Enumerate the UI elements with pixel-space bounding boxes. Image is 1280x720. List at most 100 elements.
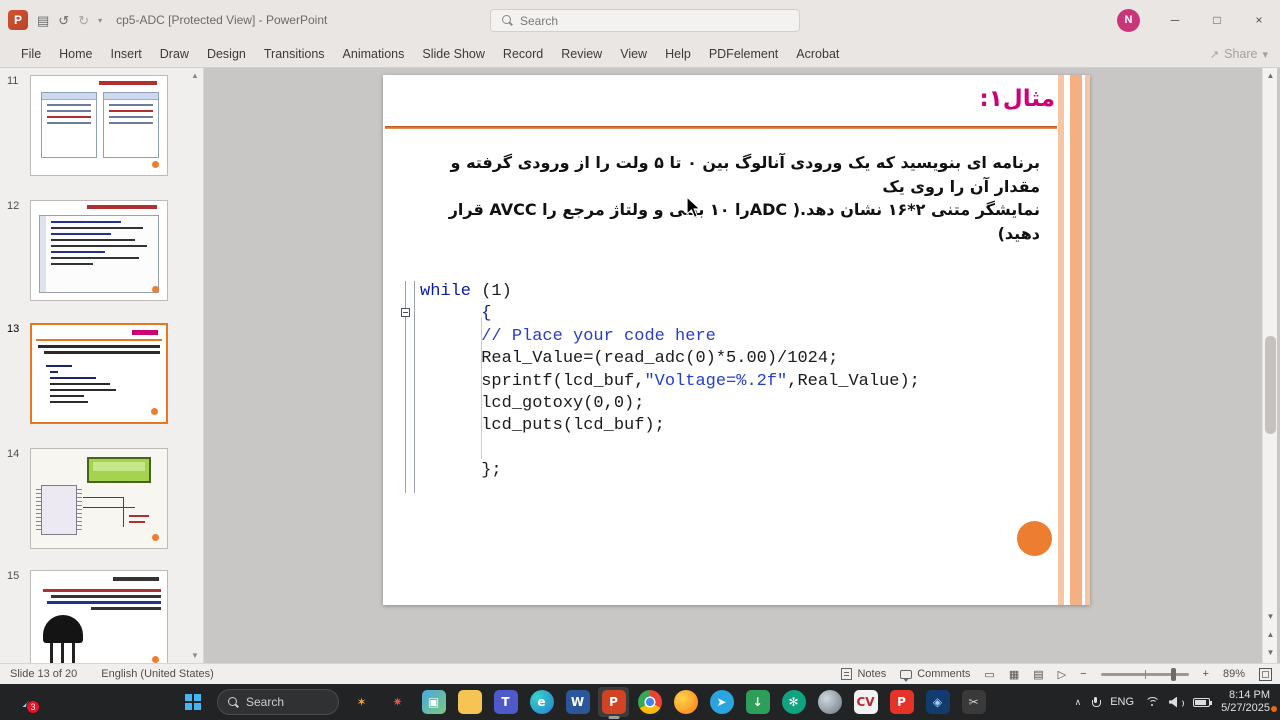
share-button[interactable]: ↗ Share ▾	[1210, 40, 1268, 68]
word-icon[interactable]: W	[562, 687, 593, 717]
thumb-graphic	[51, 263, 93, 265]
snipping-icon[interactable]: ✂	[958, 687, 989, 717]
autosave-icon[interactable]: ▤	[37, 14, 49, 27]
volume-icon[interactable]	[1169, 697, 1185, 708]
ribbon-tab-acrobat[interactable]: Acrobat	[787, 42, 848, 66]
pdfelement-icon[interactable]: P	[886, 687, 917, 717]
cvavr-icon[interactable]: CV	[850, 687, 881, 717]
thumb-graphic	[87, 205, 157, 209]
code-screenshot[interactable]: while (1) { // Place your code here Real…	[401, 281, 965, 496]
window-title: cp5-ADC [Protected View] - PowerPoint	[116, 13, 328, 27]
ribbon-tab-pdfelement[interactable]: PDFelement	[700, 42, 787, 66]
undo-icon[interactable]: ↺	[58, 14, 69, 27]
title-underline-rule	[385, 126, 1057, 129]
titlebar-controls: N ─ □ ×	[1117, 0, 1280, 40]
ribbon-tab-file[interactable]: File	[12, 42, 50, 66]
zoom-in-icon[interactable]: +	[1203, 668, 1209, 680]
firefox-icon[interactable]	[670, 687, 701, 717]
thumb-number-13: 13	[7, 323, 20, 335]
powerpoint-icon[interactable]: P	[598, 687, 629, 717]
zoom-out-icon[interactable]: −	[1080, 668, 1086, 680]
code-line: sprintf(lcd_buf,"Voltage=%.2f",Real_Valu…	[420, 371, 920, 391]
normal-view-icon[interactable]: ▭	[984, 668, 994, 681]
clock[interactable]: 8:14 PM 5/27/2025	[1221, 689, 1277, 715]
slide-stripe-decor	[1085, 75, 1090, 605]
ribbon-tab-draw[interactable]: Draw	[151, 42, 198, 66]
start-button[interactable]	[176, 687, 210, 717]
thumb-graphic	[109, 122, 153, 124]
slide-info[interactable]: Slide 13 of 20	[10, 668, 77, 680]
taskbar-search[interactable]: Search	[217, 689, 339, 715]
downloads-icon[interactable]: ↓	[742, 687, 773, 717]
thumb-accent-dot	[152, 534, 159, 541]
tray-expand-icon[interactable]: ∧	[1075, 697, 1082, 708]
vertical-scrollbar[interactable]: ▲ ▼ ▲ ▼	[1262, 68, 1277, 663]
code-fold-icon	[401, 308, 410, 317]
ribbon-tab-design[interactable]: Design	[198, 42, 255, 66]
fit-to-window-icon[interactable]	[1259, 667, 1272, 681]
sphere-icon[interactable]	[814, 687, 845, 717]
wifi-icon[interactable]	[1145, 696, 1161, 708]
ribbon-tab-record[interactable]: Record	[494, 42, 552, 66]
slide-thumbnail-11[interactable]	[30, 75, 168, 176]
telegram-icon[interactable]: ➤	[706, 687, 737, 717]
ribbon-tab-slide-show[interactable]: Slide Show	[413, 42, 494, 66]
microphone-icon[interactable]	[1092, 696, 1102, 708]
edge-icon[interactable]: e	[526, 687, 557, 717]
teams-icon[interactable]: T	[490, 687, 521, 717]
user-avatar[interactable]: N	[1117, 8, 1140, 32]
ribbon-tab-help[interactable]: Help	[656, 42, 700, 66]
ribbon-tab-animations[interactable]: Animations	[334, 42, 414, 66]
close-button[interactable]: ×	[1238, 0, 1280, 40]
comments-button[interactable]: Comments	[900, 668, 970, 682]
scroll-up-icon[interactable]: ▲	[1263, 71, 1278, 80]
thumb-scroll-down-icon[interactable]: ▼	[191, 651, 199, 660]
slide-thumbnail-13-selected[interactable]	[30, 323, 168, 424]
scroll-down-icon[interactable]: ▼	[1263, 612, 1278, 621]
chrome-icon[interactable]	[634, 687, 665, 717]
slide-body-text[interactable]: برنامه ای بنویسید که یک ورودی آنالوگ بین…	[418, 151, 1040, 245]
battery-icon[interactable]	[1193, 697, 1213, 707]
next-slide-icon[interactable]: ▼	[1263, 648, 1278, 657]
slide-title[interactable]: مثال۱:	[980, 86, 1055, 112]
thumb-scroll-up-icon[interactable]: ▲	[191, 71, 199, 80]
office-search-box[interactable]: Search	[490, 9, 800, 32]
fireworks-icon[interactable]: ✶	[346, 687, 377, 717]
ribbon-tab-insert[interactable]: Insert	[102, 42, 151, 66]
chatgpt-icon[interactable]: ✻	[778, 687, 809, 717]
thumb-graphic	[109, 116, 153, 118]
slide-sorter-view-icon[interactable]: ▦	[1009, 668, 1019, 681]
zoom-slider-thumb[interactable]	[1170, 667, 1176, 681]
notes-button[interactable]: Notes	[841, 668, 886, 680]
thumb-graphic	[51, 233, 111, 235]
ribbon-tab-review[interactable]: Review	[552, 42, 611, 66]
ribbon-tab-transitions[interactable]: Transitions	[255, 42, 334, 66]
qat-customize-icon[interactable]: ▾	[98, 16, 102, 25]
language-indicator[interactable]: English (United States)	[101, 668, 214, 680]
redo-icon[interactable]: ↻	[78, 14, 89, 27]
reading-view-icon[interactable]: ▤	[1033, 668, 1043, 681]
scrollbar-thumb[interactable]	[1265, 336, 1276, 434]
input-language[interactable]: ENG	[1110, 696, 1134, 708]
zoom-percent[interactable]: 89%	[1223, 668, 1245, 680]
slide-canvas[interactable]: مثال۱: برنامه ای بنویسید که یک ورودی آنا…	[383, 75, 1090, 605]
thumb-graphic	[77, 489, 82, 531]
thumb-graphic	[104, 93, 158, 100]
slide-thumbnail-14[interactable]	[30, 448, 168, 549]
thumb-graphic	[47, 104, 91, 106]
minimize-button[interactable]: ─	[1154, 0, 1196, 40]
slide-thumbnail-12[interactable]	[30, 200, 168, 301]
photos-icon[interactable]: ▣	[418, 687, 449, 717]
previous-slide-icon[interactable]: ▲	[1263, 630, 1278, 639]
ribbon-tab-home[interactable]: Home	[50, 42, 101, 66]
slideshow-view-icon[interactable]: ▷	[1058, 668, 1066, 681]
sparkler-icon[interactable]: ✷	[382, 687, 413, 717]
ribbon-tab-view[interactable]: View	[611, 42, 656, 66]
folder-icon[interactable]	[454, 687, 485, 717]
slide-thumbnail-15[interactable]	[30, 570, 168, 663]
maximize-button[interactable]: □	[1196, 0, 1238, 40]
zoom-slider[interactable]	[1100, 667, 1189, 681]
proteus-icon[interactable]: ◈	[922, 687, 953, 717]
thumb-graphic	[113, 577, 159, 581]
